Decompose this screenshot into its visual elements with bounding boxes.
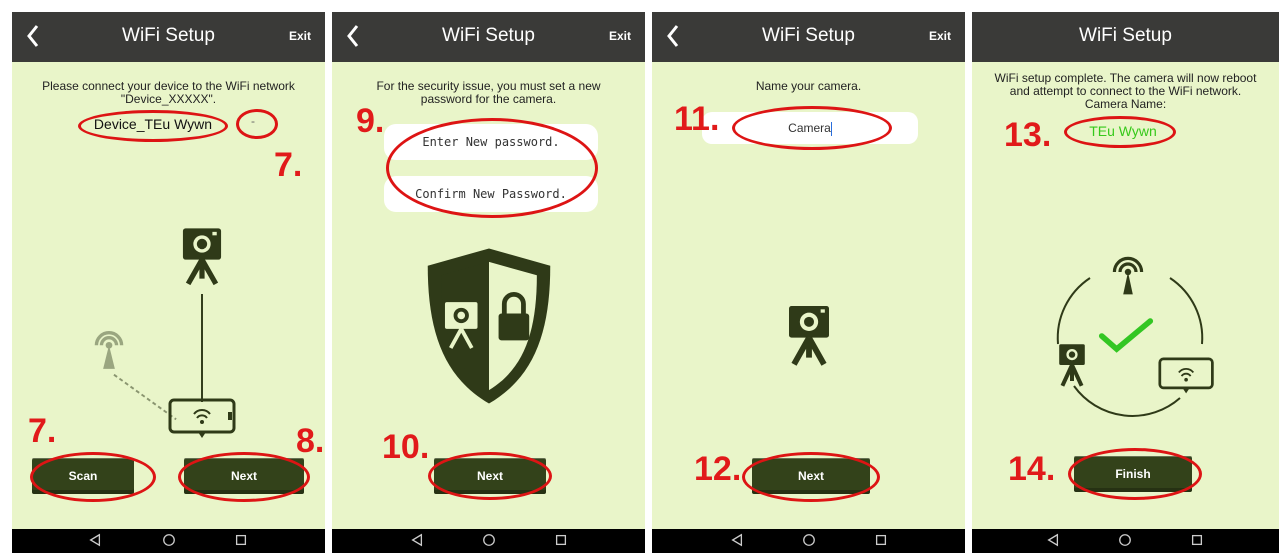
instruction-text: For the security issue, you must set a n… (342, 80, 635, 106)
camera-tripod-icon (789, 306, 829, 366)
screen-setup-complete: WiFi Setup WiFi setup complete. The came… (972, 12, 1279, 553)
nav-recents-icon[interactable] (554, 533, 568, 547)
android-nav-bar (12, 529, 325, 553)
page-title: WiFi Setup (442, 25, 535, 46)
annotation-circle-finish (1068, 448, 1202, 500)
connection-line (201, 294, 203, 402)
annotation-number-14: 14. (1008, 450, 1056, 488)
screen-connect-device: WiFi Setup Exit Please connect your devi… (12, 12, 325, 553)
app-bar: WiFi Setup (972, 12, 1279, 62)
annotation-circle-camera-name (1064, 116, 1176, 148)
exit-button[interactable]: Exit (929, 29, 951, 43)
nav-home-icon[interactable] (162, 533, 176, 547)
screen-name-camera: WiFi Setup Exit Name your camera. Camera… (652, 12, 965, 553)
nav-recents-icon[interactable] (1190, 533, 1204, 547)
screen-set-password: WiFi Setup Exit For the security issue, … (332, 12, 645, 553)
android-nav-bar (332, 529, 645, 553)
app-bar: WiFi Setup Exit (12, 12, 325, 62)
nav-recents-icon[interactable] (234, 533, 248, 547)
annotation-number-7-scan: 7. (28, 412, 57, 450)
instruction-text: Name your camera. (755, 79, 862, 93)
annotation-number-13: 13. (1004, 116, 1052, 154)
nav-back-icon[interactable] (88, 533, 102, 547)
annotation-number-9: 9. (356, 102, 385, 140)
annotation-circle-network (78, 110, 228, 142)
nav-home-icon[interactable] (802, 533, 816, 547)
check-icon (1098, 318, 1154, 353)
nav-recents-icon[interactable] (874, 533, 888, 547)
phone-wifi-icon (168, 398, 236, 438)
exit-button[interactable]: Exit (289, 29, 311, 43)
instruction-line-2: "Device_XXXXX". (120, 92, 217, 106)
phone-wifi-icon (1158, 357, 1214, 394)
router-icon (1112, 256, 1144, 295)
annotation-circle-next (428, 452, 552, 500)
page-title: WiFi Setup (762, 25, 855, 46)
nav-home-icon[interactable] (1118, 533, 1132, 547)
shield-camera-lock-icon (427, 248, 551, 404)
page-title: WiFi Setup (1079, 25, 1172, 46)
annotation-circle-dropdown (236, 109, 278, 139)
nav-back-icon[interactable] (730, 533, 744, 547)
annotation-circle-scan (30, 452, 156, 502)
annotation-circle-camera-name (732, 106, 892, 150)
camera-tripod-icon (1059, 344, 1085, 387)
app-bar: WiFi Setup Exit (332, 12, 645, 62)
page-title: WiFi Setup (122, 25, 215, 46)
nav-back-icon[interactable] (1046, 533, 1060, 547)
android-nav-bar (972, 529, 1279, 553)
annotation-circle-next (742, 452, 880, 502)
camera-name-label: Camera Name: (1084, 97, 1167, 111)
annotation-number-11: 11. (674, 100, 720, 138)
app-bar: WiFi Setup Exit (652, 12, 965, 62)
annotation-number-10: 10. (382, 428, 430, 466)
annotation-number-12: 12. (694, 450, 742, 488)
instruction-text: WiFi setup complete. The camera will now… (976, 72, 1275, 111)
instruction-text: Please connect your device to the WiFi n… (22, 80, 315, 106)
router-icon (94, 331, 124, 369)
annotation-circle-password-fields (386, 118, 598, 218)
annotation-number-7-top: 7. (274, 146, 303, 184)
annotation-circle-next (178, 452, 310, 502)
instruction-line-2: password for the camera. (420, 92, 557, 106)
annotation-number-8: 8. (296, 422, 325, 460)
android-nav-bar (652, 529, 965, 553)
exit-button[interactable]: Exit (609, 29, 631, 43)
nav-back-icon[interactable] (410, 533, 424, 547)
camera-tripod-icon (182, 228, 222, 286)
nav-home-icon[interactable] (482, 533, 496, 547)
